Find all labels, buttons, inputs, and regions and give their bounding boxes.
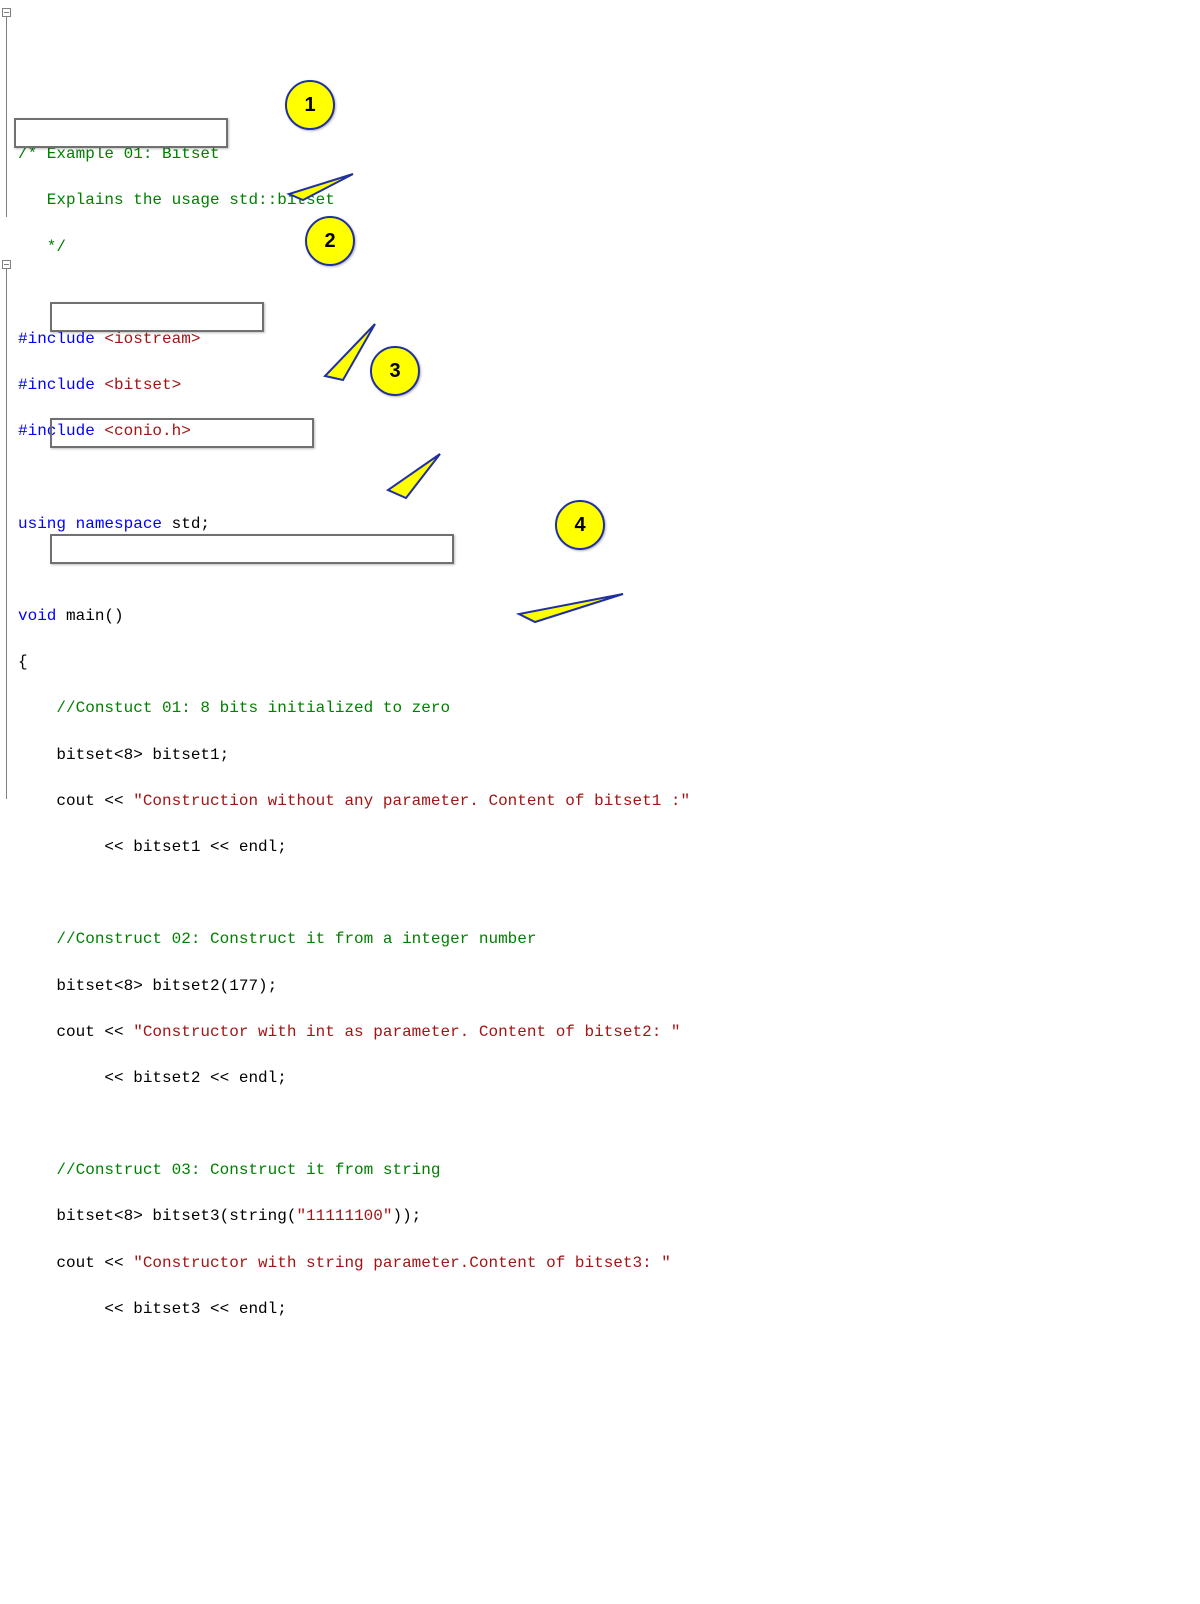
blank-line [18,1113,1200,1136]
code-text: { [18,653,28,671]
code-string: "Constructor with string parameter.Conte… [133,1254,671,1272]
blank-line [18,282,1200,305]
code-text: main() [66,607,124,625]
code-text: cout << [18,792,133,810]
code-comment: //Constuct 01: 8 bits initialized to zer… [18,699,450,717]
code-preproc: #include [18,330,104,348]
code-string: "11111100" [296,1207,392,1225]
code-text: std; [172,515,210,533]
blank-line [18,559,1200,582]
code-text: )); [392,1207,421,1225]
fold-toggle-icon[interactable] [2,260,11,269]
code-text: cout << [18,1023,133,1041]
code-comment: //Construct 02: Construct it from a inte… [18,930,536,948]
code-comment: //Construct 03: Construct it from string [18,1161,440,1179]
fold-toggle-icon[interactable] [2,8,11,17]
fold-gutter [2,0,16,1604]
fold-line [6,269,7,799]
code-header: <bitset> [104,376,181,394]
code-string: "Construction without any parameter. Con… [133,792,690,810]
code-area[interactable]: /* Example 01: Bitset Explains the usage… [18,120,1200,1367]
code-keyword: void [18,607,66,625]
code-header: <iostream> [104,330,200,348]
code-editor: /* Example 01: Bitset Explains the usage… [0,0,1200,1604]
code-keyword: using [18,515,76,533]
code-string: "Constructor with int as parameter. Cont… [133,1023,680,1041]
fold-line [6,17,7,217]
blank-line [18,882,1200,905]
code-text: << bitset2 << endl; [18,1069,287,1087]
code-comment: /* Example 01: Bitset [18,145,220,163]
blank-line [18,466,1200,489]
code-comment: Explains the usage std::bitset [18,191,335,209]
code-preproc: #include [18,376,104,394]
code-text: cout << [18,1254,133,1272]
code-preproc: #include [18,422,104,440]
code-comment: */ [18,238,66,256]
callout-label: 1 [304,91,315,120]
code-text: bitset<8> bitset3(string( [18,1207,296,1225]
code-text: << bitset3 << endl; [18,1300,287,1318]
code-text: bitset<8> bitset1; [18,746,229,764]
code-text: bitset<8> bitset2(177); [18,977,277,995]
code-header: <conio.h> [104,422,190,440]
code-keyword: namespace [76,515,172,533]
code-text: << bitset1 << endl; [18,838,287,856]
